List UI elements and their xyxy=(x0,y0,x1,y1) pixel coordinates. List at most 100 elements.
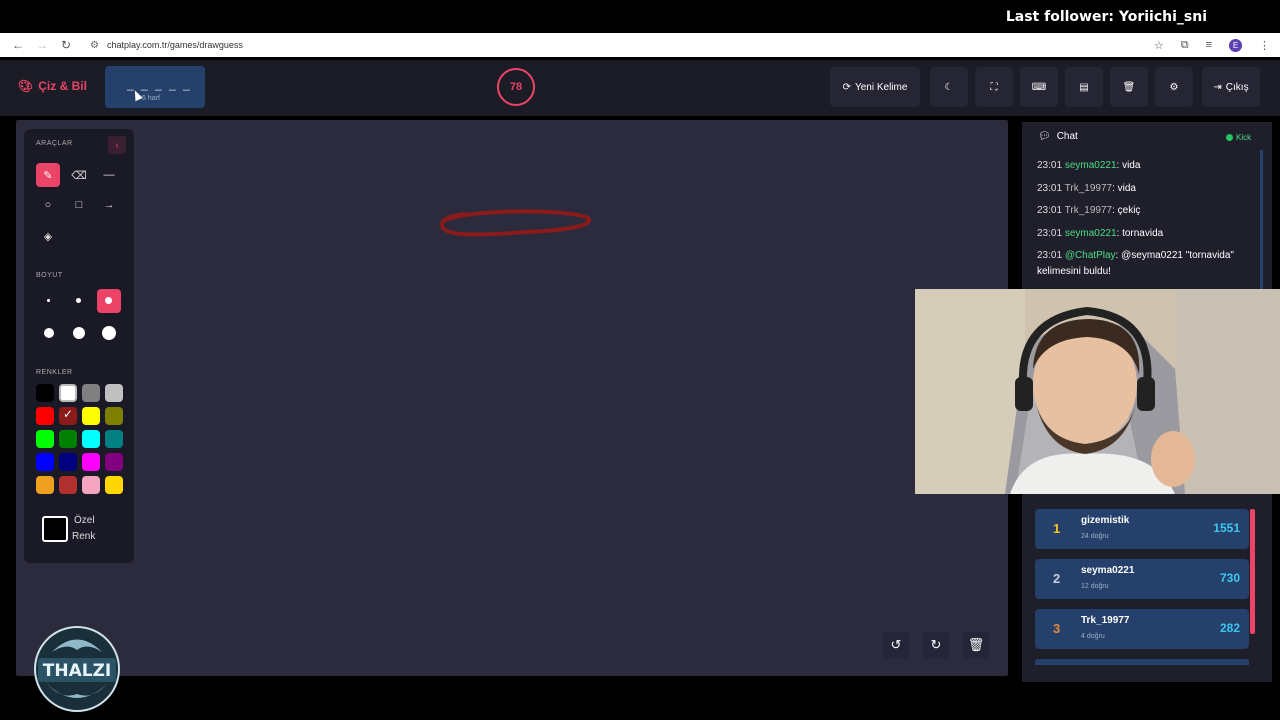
chat-title: Chat xyxy=(1056,131,1078,142)
profile-avatar[interactable]: E xyxy=(1229,38,1242,52)
chat-username[interactable]: Trk_19977 xyxy=(1065,183,1112,194)
chat-message: 23:01 Trk_19977: vida xyxy=(1037,182,1136,194)
player-name: seyma0221 xyxy=(1081,565,1135,576)
delete-button[interactable]: 🗑︎ xyxy=(1110,67,1148,107)
online-dot-icon xyxy=(1226,134,1233,141)
platform-label: Kick xyxy=(1236,133,1252,142)
color-swatch[interactable] xyxy=(82,476,100,494)
color-swatch[interactable] xyxy=(36,407,54,425)
paint-bucket-icon: ◈ xyxy=(43,230,53,243)
redo-icon: ↻ xyxy=(930,637,942,652)
clear-canvas-button[interactable]: 🗑︎ xyxy=(963,632,989,658)
gear-icon: ⚙ xyxy=(1169,81,1179,93)
settings-button[interactable]: ⚙ xyxy=(1155,67,1193,107)
reading-list-icon[interactable]: ≡ xyxy=(1206,39,1212,51)
circle-icon: ○ xyxy=(44,199,52,211)
color-swatch[interactable] xyxy=(36,453,54,471)
chat-username[interactable]: seyma0221 xyxy=(1065,228,1117,239)
custom-color-label: Özel Renk xyxy=(72,513,95,545)
new-word-button[interactable]: ⟳ Yeni Kelime xyxy=(830,67,920,107)
player-correct-count: 24 doğru xyxy=(1081,533,1109,540)
chat-scrollbar[interactable] xyxy=(1260,150,1263,290)
back-icon[interactable]: ← xyxy=(6,38,30,52)
line-icon: — xyxy=(103,169,115,181)
player-rank: 3 xyxy=(1053,621,1061,636)
color-swatch[interactable] xyxy=(59,384,77,402)
keyboard-button[interactable]: ⌨ xyxy=(1020,67,1058,107)
chat-message: 23:01 seyma0221: tornavida xyxy=(1037,227,1164,239)
color-swatch[interactable] xyxy=(105,384,123,402)
chat-username[interactable]: Trk_19977 xyxy=(1065,205,1112,216)
color-swatch[interactable] xyxy=(59,453,77,471)
leaderboard-scrollbar[interactable] xyxy=(1250,509,1255,634)
webcam-image xyxy=(915,289,1280,494)
size-option-5[interactable] xyxy=(73,327,85,339)
circle-tool[interactable]: ○ xyxy=(36,193,60,217)
color-swatch[interactable] xyxy=(105,453,123,471)
chat-username[interactable]: seyma0221 xyxy=(1065,160,1117,171)
size-option-2[interactable] xyxy=(76,298,81,303)
chat-time: 23:01 xyxy=(1037,205,1063,216)
size-option-1[interactable] xyxy=(47,299,50,302)
exit-button[interactable]: ⇥ Çıkış xyxy=(1202,67,1260,107)
fill-tool[interactable]: ◈ xyxy=(36,224,60,248)
chat-text: tornavida xyxy=(1122,227,1164,239)
browser-toolbar: ← → ↻ ⚙ chatplay.com.tr/games/drawguess … xyxy=(0,33,1280,57)
browser-menu-icon[interactable]: ⋮ xyxy=(1259,39,1270,52)
address-bar[interactable]: ⚙ chatplay.com.tr/games/drawguess xyxy=(90,40,1154,51)
chat-bubbles-icon: 💬︎ xyxy=(1038,131,1051,142)
fullscreen-button[interactable]: ⛶ xyxy=(975,67,1013,107)
site-settings-icon[interactable]: ⚙ xyxy=(90,40,99,51)
size-option-6[interactable] xyxy=(102,326,116,340)
color-swatch[interactable] xyxy=(105,430,123,448)
collapse-panel-button[interactable]: ‹ xyxy=(108,136,126,154)
url-text: chatplay.com.tr/games/drawguess xyxy=(106,40,243,50)
forward-icon[interactable]: → xyxy=(30,38,54,52)
color-swatch[interactable] xyxy=(105,476,123,494)
archive-button[interactable]: ▤ xyxy=(1065,67,1103,107)
stream-logo: THALZI xyxy=(34,626,120,712)
player-correct-count: 4 doğru xyxy=(1081,633,1105,640)
color-swatch[interactable] xyxy=(36,430,54,448)
color-swatch[interactable] xyxy=(59,430,77,448)
extensions-icon[interactable]: ⧉ xyxy=(1181,39,1189,52)
app-logo[interactable]: 🎨︎ Çiz & Bil xyxy=(18,79,87,93)
undo-button[interactable]: ↺ xyxy=(883,632,909,658)
color-swatch[interactable] xyxy=(105,407,123,425)
dark-mode-button[interactable]: ☾ xyxy=(930,67,968,107)
color-swatch[interactable]: ✓ xyxy=(59,407,77,425)
stroke-path xyxy=(439,209,592,237)
square-icon: □ xyxy=(75,199,83,211)
eraser-tool[interactable]: ⌫ xyxy=(67,163,91,187)
color-swatch[interactable] xyxy=(82,453,100,471)
color-swatch[interactable] xyxy=(36,476,54,494)
trash-icon: 🗑︎ xyxy=(1122,81,1136,93)
rectangle-tool[interactable]: □ xyxy=(67,193,91,217)
round-timer: 78 xyxy=(497,68,535,106)
color-swatch[interactable] xyxy=(82,430,100,448)
bookmark-star-icon[interactable]: ☆ xyxy=(1154,39,1164,52)
color-swatch[interactable] xyxy=(82,384,100,402)
line-tool[interactable]: — xyxy=(97,163,121,187)
new-word-label: Yeni Kelime xyxy=(854,81,908,93)
chat-message: 23:01 Trk_19977: çekiç xyxy=(1037,205,1141,216)
platform-status: Kick xyxy=(1226,133,1251,142)
color-swatch[interactable] xyxy=(59,476,77,494)
tools-heading: ARAÇLAR xyxy=(36,140,73,147)
pen-tool[interactable]: ✎ xyxy=(36,163,60,187)
drawing-canvas[interactable] xyxy=(16,120,1008,676)
chat-header: 💬︎ Chat xyxy=(1038,131,1078,142)
custom-color-picker[interactable] xyxy=(42,516,68,542)
chat-username[interactable]: @ChatPlay xyxy=(1065,250,1116,261)
redo-button[interactable]: ↻ xyxy=(923,632,949,658)
colors-heading: RENKLER xyxy=(36,369,73,376)
arrow-tool[interactable]: → xyxy=(97,193,121,217)
leaderboard-row-partial xyxy=(1035,659,1249,665)
size-option-3[interactable] xyxy=(105,297,112,304)
chat-message: 23:01 seyma0221: vida xyxy=(1037,160,1141,171)
player-name: Trk_19977 xyxy=(1081,615,1130,626)
size-option-4[interactable] xyxy=(44,328,54,338)
color-swatch[interactable] xyxy=(36,384,54,402)
reload-icon[interactable]: ↻ xyxy=(54,38,78,52)
color-swatch[interactable] xyxy=(82,407,100,425)
